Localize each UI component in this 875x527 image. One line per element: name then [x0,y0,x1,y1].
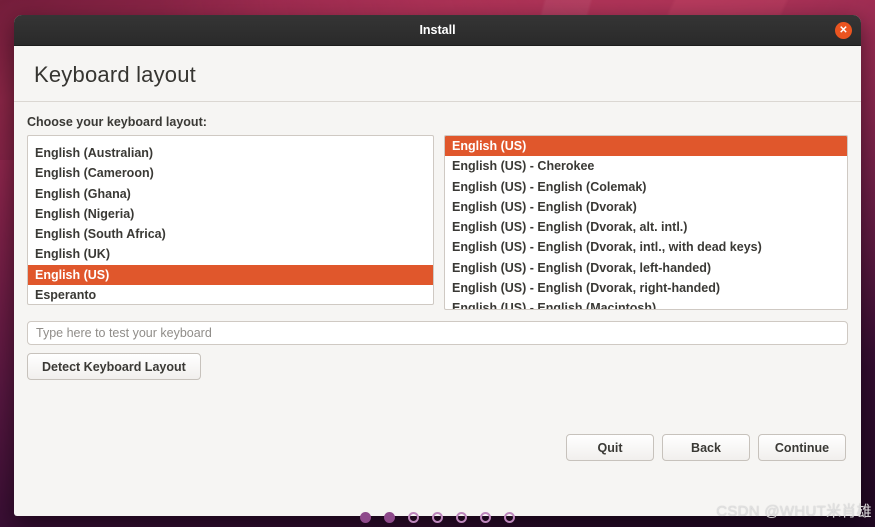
layout-list-item[interactable]: English (Ghana) [28,184,433,204]
step-dot [360,512,371,523]
layout-list-item[interactable]: English (US) [28,264,433,286]
titlebar[interactable]: Install ✕ [14,15,861,46]
variant-list-item[interactable]: English (US) [445,136,847,157]
content-area: Choose your keyboard layout: English (Au… [14,102,861,527]
keyboard-test-input[interactable] [27,321,848,345]
step-dot [432,512,443,523]
page-header: Keyboard layout [14,46,861,102]
close-icon[interactable]: ✕ [835,22,852,39]
quit-button[interactable]: Quit [566,434,654,461]
page-title: Keyboard layout [34,62,196,87]
chooser-label: Choose your keyboard layout: [27,115,207,129]
layout-list[interactable]: English (Australian) English (Cameroon) En… [27,135,434,305]
layout-list-item[interactable]: English (Nigeria) [28,204,433,224]
continue-button[interactable]: Continue [758,434,846,461]
layout-list-item[interactable]: Esperanto [28,285,433,304]
step-dot [504,512,515,523]
variant-list-item[interactable]: English (US) - English (Colemak) [445,177,847,197]
keyboard-lists: English (Australian) English (Cameroon) En… [27,135,848,310]
window-title: Install [419,23,456,37]
variant-list-item[interactable]: English (US) - English (Dvorak, alt. int… [445,217,847,237]
step-dot [480,512,491,523]
variant-list-item[interactable]: English (US) - English (Dvorak, right-ha… [445,278,847,298]
installer-window: Install ✕ Keyboard layout Choose your ke… [14,15,861,523]
variant-list-item[interactable]: English (US) - English (Macintosh) [445,298,847,309]
layout-list-item[interactable]: English (Australian) [28,143,433,163]
layout-list-item[interactable]: English (UK) [28,244,433,264]
back-button[interactable]: Back [662,434,750,461]
step-dot [456,512,467,523]
variant-list[interactable]: English (US) English (US) - Cherokee Engli… [444,135,848,310]
step-dot [384,512,395,523]
variant-list-item[interactable]: English (US) - Cherokee [445,156,847,176]
detect-keyboard-button[interactable]: Detect Keyboard Layout [27,353,201,380]
variant-list-item[interactable]: English (US) - English (Dvorak, intl., w… [445,237,847,257]
variant-list-item[interactable]: English (US) - English (Dvorak, left-han… [445,258,847,278]
variant-list-item[interactable]: English (US) - English (Dvorak) [445,197,847,217]
layout-list-item[interactable]: English (South Africa) [28,224,433,244]
layout-list-item[interactable]: English (Cameroon) [28,163,433,183]
watermark: CSDN @WHUT米肖雄 [716,503,872,520]
nav-buttons: Quit Back Continue [566,434,846,461]
step-dot [408,512,419,523]
